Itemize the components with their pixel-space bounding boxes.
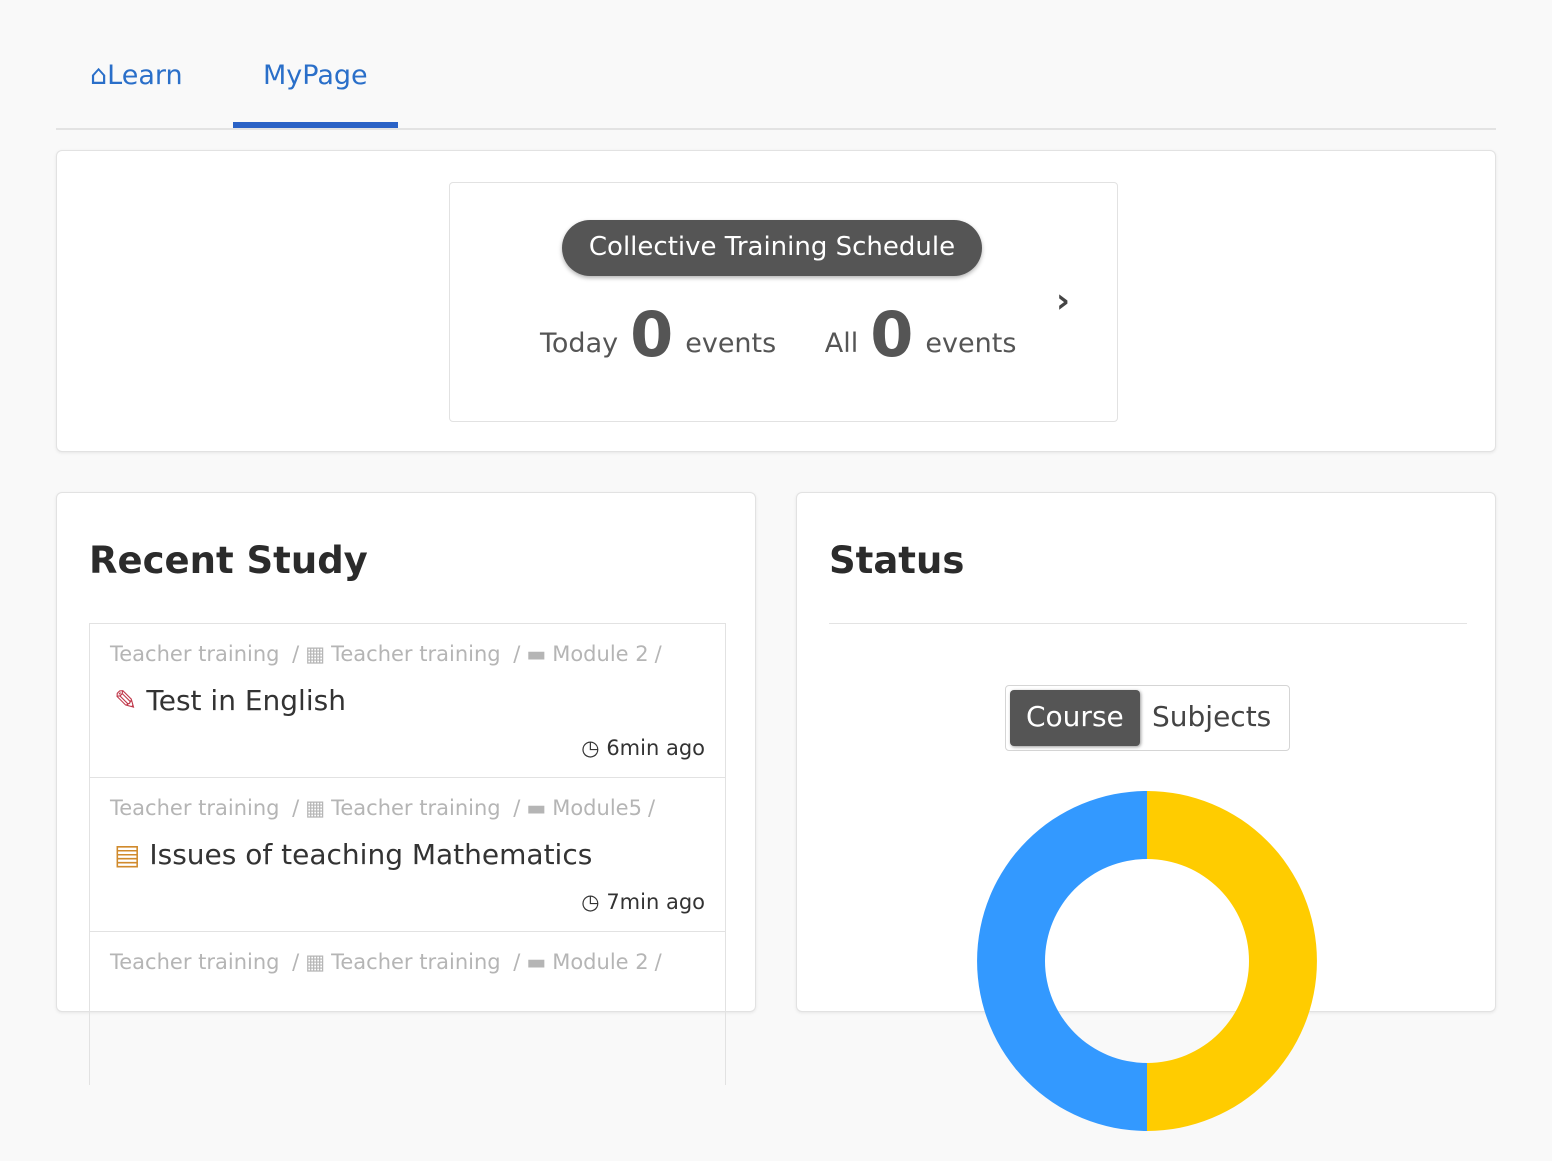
course-button[interactable]: Course [1010,690,1140,746]
clock-icon: ◷ [581,736,600,760]
tab-mypage[interactable]: MyPage [233,60,398,128]
schedule-title[interactable]: Collective Training Schedule [562,220,982,276]
breadcrumb: Teacher training / ▦ Teacher training / ▬ Mo… [110,796,656,820]
folder-icon: ▬ [526,950,547,974]
breadcrumb: Teacher training / ▦ Teacher training / ▬ Mo… [110,950,662,974]
status-title: Status [829,539,965,582]
schedule-card: Collective Training Schedule Today 0 event… [56,150,1496,452]
clock-icon: ◷ [581,890,600,914]
folder-icon: ▬ [526,796,547,820]
item-time: ◷ 6min ago [581,736,705,760]
chevron-right-icon[interactable]: › [1056,281,1070,321]
recent-study-title: Recent Study [89,539,368,582]
divider [829,623,1467,624]
subjects-button[interactable]: Subjects [1136,690,1287,746]
pencil-icon: ✎ [114,684,138,717]
document-icon: ▤ [114,838,141,871]
book-icon: ▦ [305,642,326,666]
nav-tabs: ⌂Learn MyPage [56,40,1496,130]
event-counts: Today 0 events All 0 events [540,298,1017,371]
item-time: ◷ 7min ago [581,890,705,914]
course-subjects-toggle: Course Subjects [1005,685,1290,751]
breadcrumb: Teacher training / ▦ Teacher training / ▬ Mo… [110,642,662,666]
list-item[interactable]: Teacher training / ▦ Teacher training / ▬ Mo… [89,623,726,777]
schedule-panel[interactable]: Collective Training Schedule Today 0 event… [449,182,1118,422]
donut-slice[interactable] [1147,791,1317,1131]
home-icon: ⌂ [90,60,108,91]
list-item[interactable]: Teacher training / ▦ Teacher training / ▬ Mo… [89,777,726,931]
recent-list: Teacher training / ▦ Teacher training / ▬ Mo… [89,623,726,1085]
all-count: 0 [870,298,914,371]
status-donut-chart [977,791,1317,1131]
book-icon: ▦ [305,950,326,974]
item-title[interactable]: ▤ Issues of teaching Mathematics [114,838,592,871]
today-count: 0 [630,298,674,371]
donut-slice[interactable] [977,791,1147,1131]
list-item[interactable]: Teacher training / ▦ Teacher training / ▬ Mo… [89,931,726,1085]
book-icon: ▦ [305,796,326,820]
tab-learn[interactable]: ⌂Learn [60,60,213,128]
status-card: Status Course Subjects [796,492,1496,1131]
recent-study-card: Recent Study Teacher training / ▦ Teacher … [56,492,756,1085]
folder-icon: ▬ [526,642,547,666]
item-title[interactable]: ✎ Test in English [114,684,346,717]
